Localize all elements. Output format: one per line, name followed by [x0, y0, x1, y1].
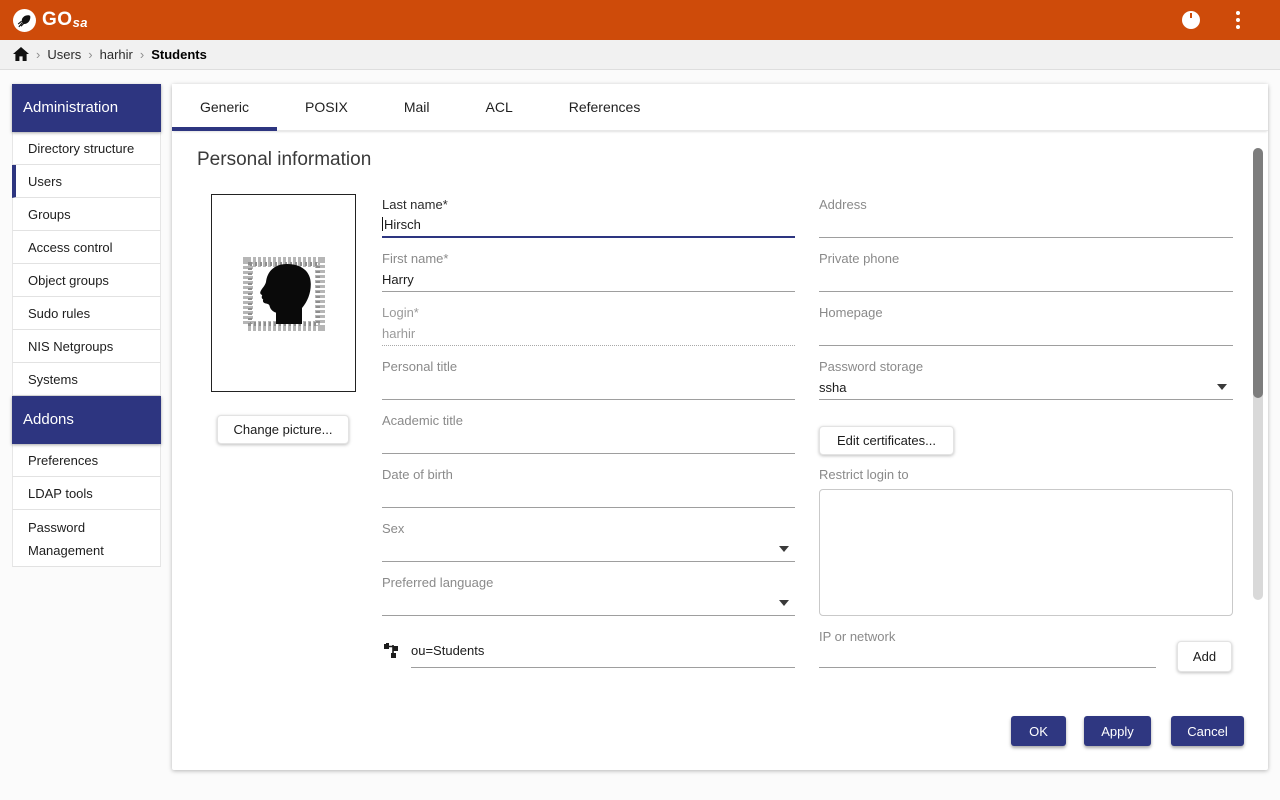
ok-button[interactable]: OK	[1011, 716, 1066, 746]
login-field: Login* harhir	[382, 305, 795, 346]
tab-mail[interactable]: Mail	[376, 84, 458, 131]
breadcrumb: › Users › harhir › Students	[0, 40, 1280, 70]
preferred-language-label: Preferred language	[382, 575, 493, 590]
last-name-field[interactable]: Last name* Hirsch	[382, 197, 795, 238]
breadcrumb-students[interactable]: Students	[151, 47, 207, 62]
logo-text: GOsa	[42, 9, 88, 31]
sidebar-item-preferences[interactable]: Preferences	[12, 444, 161, 477]
kebab-menu-icon[interactable]	[1229, 9, 1247, 31]
date-of-birth-label: Date of birth	[382, 467, 453, 482]
password-storage-label: Password storage	[819, 359, 923, 374]
home-icon[interactable]	[13, 47, 29, 62]
session-timer-icon[interactable]	[1182, 11, 1200, 29]
password-storage-select[interactable]: Password storage ssha	[819, 359, 1233, 400]
scrollbar-thumb[interactable]	[1253, 148, 1263, 398]
tab-posix[interactable]: POSIX	[277, 84, 376, 131]
sidebar-item-password-management[interactable]: Password Management	[12, 510, 161, 567]
first-name-label: First name*	[382, 251, 448, 266]
first-name-field[interactable]: First name* Harry	[382, 251, 795, 292]
sidebar-item-directory-structure[interactable]: Directory structure	[12, 132, 161, 165]
sidebar-item-object-groups[interactable]: Object groups	[12, 264, 161, 297]
sidebar-item-users[interactable]: Users	[12, 165, 161, 198]
sidebar-item-access-control[interactable]: Access control	[12, 231, 161, 264]
change-picture-button[interactable]: Change picture...	[217, 415, 349, 444]
tab-generic[interactable]: Generic	[172, 84, 277, 131]
app-header: GOsa	[0, 0, 1280, 40]
ip-or-network-label: IP or network	[819, 629, 895, 644]
generic-tab-content: Personal information Change picture... L…	[172, 131, 1268, 770]
tab-references[interactable]: References	[541, 84, 669, 131]
restrict-login-listbox[interactable]	[819, 489, 1233, 616]
academic-title-label: Academic title	[382, 413, 463, 428]
sidebar-item-ldap-tools[interactable]: LDAP tools	[12, 477, 161, 510]
sidebar: Administration Directory structure Users…	[12, 84, 161, 567]
sidebar-item-groups[interactable]: Groups	[12, 198, 161, 231]
gosa-logo[interactable]: GOsa	[13, 9, 88, 32]
scrollbar-track[interactable]	[1253, 148, 1263, 600]
address-label: Address	[819, 197, 867, 212]
rocket-icon	[13, 9, 36, 32]
tab-acl[interactable]: ACL	[458, 84, 541, 131]
sidebar-section-administration: Administration	[12, 84, 161, 132]
sex-label: Sex	[382, 521, 404, 536]
base-dn-value: ou=Students	[411, 643, 795, 668]
personal-title-label: Personal title	[382, 359, 457, 374]
last-name-label: Last name*	[382, 197, 448, 212]
sidebar-item-nis-netgroups[interactable]: NIS Netgroups	[12, 330, 161, 363]
edit-certificates-button[interactable]: Edit certificates...	[819, 426, 954, 455]
breadcrumb-harhir[interactable]: harhir	[100, 47, 133, 62]
breadcrumb-users[interactable]: Users	[47, 47, 81, 62]
chevron-down-icon[interactable]	[779, 600, 789, 606]
private-phone-field[interactable]: Private phone	[819, 251, 1233, 292]
sex-select[interactable]: Sex	[382, 521, 795, 562]
apply-button[interactable]: Apply	[1084, 716, 1151, 746]
address-field[interactable]: Address	[819, 197, 1233, 238]
cancel-button[interactable]: Cancel	[1171, 716, 1244, 746]
main-panel: Generic POSIX Mail ACL References Person…	[172, 84, 1268, 770]
sidebar-item-sudo-rules[interactable]: Sudo rules	[12, 297, 161, 330]
tab-bar: Generic POSIX Mail ACL References	[172, 84, 1268, 131]
date-of-birth-field[interactable]: Date of birth	[382, 467, 795, 508]
tree-icon[interactable]	[384, 643, 400, 664]
add-button[interactable]: Add	[1177, 641, 1232, 672]
chevron-down-icon[interactable]	[779, 546, 789, 552]
user-photo	[211, 194, 356, 392]
page-title: Personal information	[197, 149, 371, 171]
sidebar-item-systems[interactable]: Systems	[12, 363, 161, 396]
homepage-field[interactable]: Homepage	[819, 305, 1233, 346]
private-phone-label: Private phone	[819, 251, 899, 266]
ip-or-network-input[interactable]	[819, 646, 1156, 668]
login-label: Login*	[382, 305, 419, 320]
restrict-login-label: Restrict login to	[819, 467, 909, 482]
homepage-label: Homepage	[819, 305, 883, 320]
chevron-down-icon[interactable]	[1217, 384, 1227, 390]
personal-title-field[interactable]: Personal title	[382, 359, 795, 400]
academic-title-field[interactable]: Academic title	[382, 413, 795, 454]
preferred-language-select[interactable]: Preferred language	[382, 575, 795, 616]
sidebar-section-addons: Addons	[12, 396, 161, 444]
text-caret	[382, 217, 383, 231]
base-dn-selector[interactable]: ou=Students	[384, 643, 795, 668]
